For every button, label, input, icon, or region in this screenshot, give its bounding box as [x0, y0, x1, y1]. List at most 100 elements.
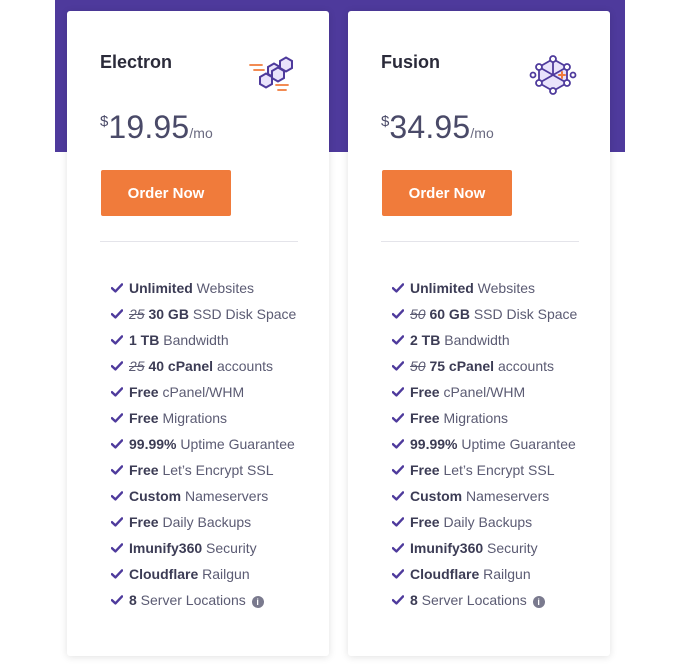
feature-item: Custom Nameservers — [111, 483, 311, 509]
feature-text: cPanel/WHM — [439, 384, 526, 400]
price: $19.95/mo — [100, 109, 213, 146]
feature-highlight: 99.99% — [129, 436, 177, 452]
feature-text: Bandwidth — [159, 332, 229, 348]
feature-highlight: Free — [410, 514, 440, 530]
feature-item: Unlimited Websites — [111, 275, 311, 301]
checkmark-icon — [392, 413, 404, 423]
feature-item: 99.99% Uptime Guarantee — [111, 431, 311, 457]
checkmark-icon — [392, 491, 404, 501]
checkmark-icon — [111, 387, 123, 397]
feature-highlight: 99.99% — [410, 436, 458, 452]
info-icon[interactable]: i — [532, 596, 545, 608]
feature-item: 8 Server Locations i — [392, 587, 592, 613]
feature-highlight: Unlimited — [410, 280, 474, 296]
checkmark-icon — [111, 309, 123, 319]
price-amount: 19.95 — [108, 109, 190, 145]
divider — [100, 241, 298, 242]
feature-highlight: Free — [410, 410, 440, 426]
checkmark-icon — [111, 517, 123, 527]
price: $34.95/mo — [381, 109, 494, 146]
checkmark-icon — [392, 387, 404, 397]
feature-highlight: 8 — [129, 592, 137, 608]
feature-item: Cloudflare Railgun — [111, 561, 311, 587]
feature-item: Free Let’s Encrypt SSL — [111, 457, 311, 483]
feature-highlight: Free — [410, 462, 440, 478]
old-value: 50 — [410, 306, 426, 322]
old-value: 25 — [129, 358, 145, 374]
feature-text: Migrations — [158, 410, 228, 426]
checkmark-icon — [392, 361, 404, 371]
feature-highlight: 60 GB — [429, 306, 470, 322]
feature-item: 50 75 cPanel accounts — [392, 353, 592, 379]
feature-item: Free Let’s Encrypt SSL — [392, 457, 592, 483]
feature-text: Server Locations — [136, 592, 246, 608]
feature-text: Railgun — [479, 566, 531, 582]
feature-text: Daily Backups — [158, 514, 252, 530]
plan-card-electron: Electron $19.95/mo Order Now Unlimited W… — [67, 11, 329, 656]
checkmark-icon — [392, 543, 404, 553]
feature-list: Unlimited Websites 25 30 GB SSD Disk Spac… — [111, 275, 311, 613]
feature-highlight: 8 — [410, 592, 418, 608]
feature-text: SSD Disk Space — [188, 306, 297, 322]
feature-text: accounts — [494, 358, 555, 374]
feature-highlight: Free — [129, 514, 159, 530]
feature-item: 50 60 GB SSD Disk Space — [392, 301, 592, 327]
feature-item: Free cPanel/WHM — [111, 379, 311, 405]
feature-item: Free Migrations — [392, 405, 592, 431]
checkmark-icon — [392, 439, 404, 449]
checkmark-icon — [111, 283, 123, 293]
checkmark-icon — [111, 491, 123, 501]
feature-text: cPanel/WHM — [158, 384, 245, 400]
feature-item: Free Daily Backups — [111, 509, 311, 535]
feature-text: SSD Disk Space — [469, 306, 578, 322]
feature-text: Websites — [192, 280, 254, 296]
feature-text: Websites — [473, 280, 535, 296]
feature-highlight: 75 cPanel — [429, 358, 495, 374]
feature-item: 2 TB Bandwidth — [392, 327, 592, 353]
feature-highlight: Free — [410, 384, 440, 400]
checkmark-icon — [111, 361, 123, 371]
feature-text: Nameservers — [181, 488, 269, 504]
checkmark-icon — [111, 335, 123, 345]
feature-highlight: Unlimited — [129, 280, 193, 296]
checkmark-icon — [392, 517, 404, 527]
atom-network-icon — [529, 55, 577, 95]
feature-highlight: 40 cPanel — [148, 358, 214, 374]
feature-item: Imunify360 Security — [111, 535, 311, 561]
feature-item: 99.99% Uptime Guarantee — [392, 431, 592, 457]
feature-text: Nameservers — [462, 488, 550, 504]
feature-text: Daily Backups — [439, 514, 533, 530]
feature-text: Security — [202, 540, 257, 556]
feature-text: Let’s Encrypt SSL — [158, 462, 274, 478]
feature-item: Cloudflare Railgun — [392, 561, 592, 587]
feature-item: 8 Server Locations i — [111, 587, 311, 613]
plan-card-fusion: Fusion $34.95/mo Order Now Unlimited Web… — [348, 11, 610, 656]
order-now-button[interactable]: Order Now — [382, 170, 512, 216]
currency-symbol: $ — [381, 113, 390, 130]
feature-highlight: Custom — [410, 488, 463, 504]
feature-highlight: Free — [129, 462, 159, 478]
feature-text: accounts — [213, 358, 274, 374]
feature-highlight: Custom — [129, 488, 182, 504]
divider — [381, 241, 579, 242]
checkmark-icon — [111, 439, 123, 449]
feature-item: Free cPanel/WHM — [392, 379, 592, 405]
feature-text: Server Locations — [417, 592, 527, 608]
feature-text: Bandwidth — [440, 332, 510, 348]
old-value: 50 — [410, 358, 426, 374]
info-icon[interactable]: i — [251, 596, 264, 608]
feature-highlight: Cloudflare — [410, 566, 480, 582]
feature-list: Unlimited Websites 50 60 GB SSD Disk Spac… — [392, 275, 592, 613]
order-now-button[interactable]: Order Now — [101, 170, 231, 216]
feature-item: Free Migrations — [111, 405, 311, 431]
feature-highlight: 1 TB — [129, 332, 160, 348]
feature-item: Custom Nameservers — [392, 483, 592, 509]
price-amount: 34.95 — [389, 109, 471, 145]
price-period: /mo — [470, 125, 494, 141]
currency-symbol: $ — [100, 113, 109, 130]
checkmark-icon — [392, 595, 404, 605]
checkmark-icon — [392, 309, 404, 319]
feature-item: 1 TB Bandwidth — [111, 327, 311, 353]
feature-text: Uptime Guarantee — [176, 436, 295, 452]
feature-highlight: Imunify360 — [129, 540, 203, 556]
